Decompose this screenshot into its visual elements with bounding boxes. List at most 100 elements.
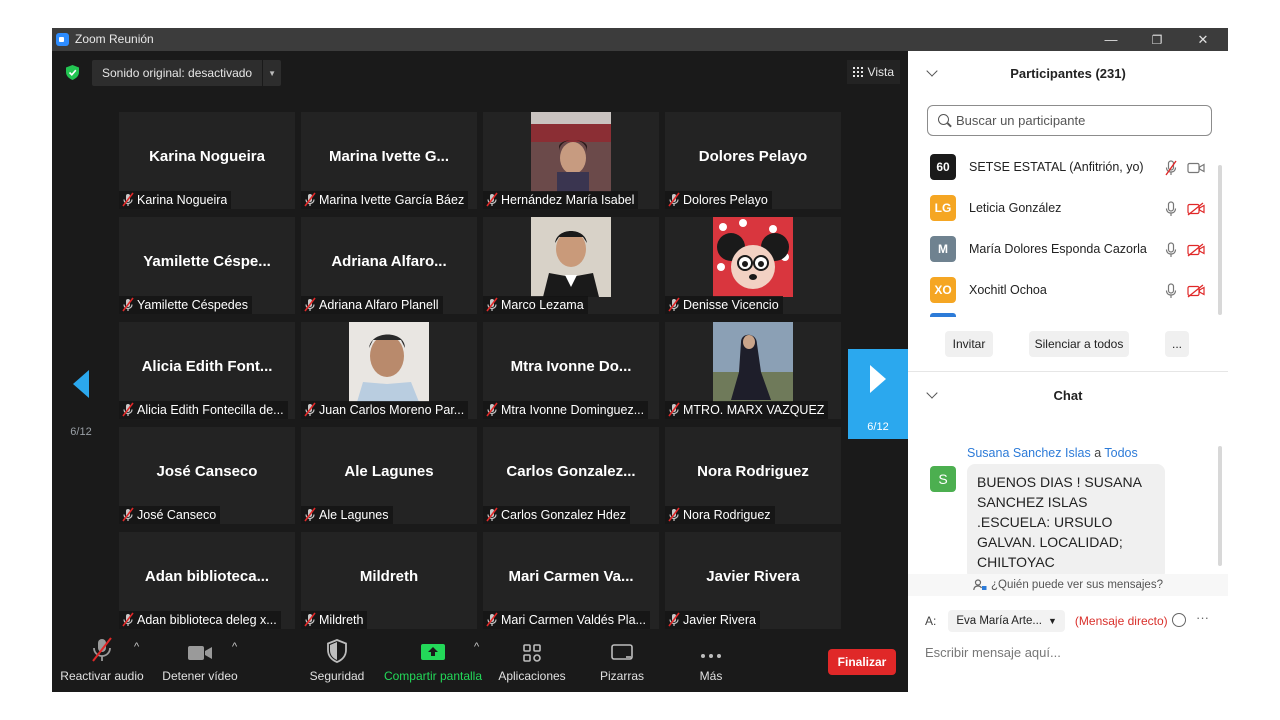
original-sound-dropdown[interactable]: Sonido original: desactivado ▼ (92, 60, 282, 86)
participant-display-name: Ale Lagunes (344, 463, 434, 480)
participant-display-name: Adan biblioteca... (144, 568, 270, 585)
participant-name-bar: Mari Carmen Valdés Pla... (483, 611, 650, 629)
video-camera-icon (188, 646, 212, 660)
participant-name: Hernández María Isabel (501, 193, 635, 207)
participant-tile[interactable]: Denisse Vicencio (665, 217, 841, 314)
video-options-caret-icon[interactable]: ^ (232, 641, 237, 653)
video-off-icon[interactable] (1187, 202, 1205, 216)
minimize-button[interactable]: — (1088, 28, 1134, 51)
mute-all-button[interactable]: Silenciar a todos (1029, 331, 1129, 357)
apps-icon (523, 644, 541, 662)
stop-video-button[interactable]: Detener vídeo (156, 629, 244, 692)
mic-icon[interactable] (1165, 201, 1177, 217)
chat-sender-avatar: S (930, 466, 956, 492)
audio-options-caret-icon[interactable]: ^ (134, 641, 139, 653)
who-can-see-messages-link[interactable]: ¿Quién puede ver sus mensajes? (908, 574, 1228, 596)
participant-tile[interactable]: Adan biblioteca... Adan biblioteca deleg … (119, 532, 295, 629)
participant-tile[interactable]: Marco Lezama (483, 217, 659, 314)
share-screen-button[interactable]: Compartir pantalla (382, 629, 484, 692)
end-meeting-button[interactable]: Finalizar (828, 649, 896, 675)
restore-button[interactable]: ❐ (1134, 28, 1180, 51)
close-button[interactable]: ✕ (1180, 28, 1226, 51)
invite-button[interactable]: Invitar (945, 331, 993, 357)
muted-mic-icon (119, 506, 137, 524)
participants-more-button[interactable]: ... (1165, 331, 1189, 357)
next-page-button[interactable]: 6/12 (848, 349, 908, 439)
participant-row[interactable]: LG Leticia González (908, 188, 1220, 229)
participant-row[interactable]: XO Xochitl Ochoa (908, 270, 1220, 311)
zoom-app-icon (56, 33, 69, 46)
encryption-shield-icon[interactable] (66, 65, 79, 80)
whiteboards-button[interactable]: Pizarras (586, 629, 658, 692)
apps-button[interactable]: Aplicaciones (496, 629, 568, 692)
muted-mic-icon (119, 611, 137, 629)
video-off-icon[interactable] (1187, 284, 1205, 298)
side-panel: Participantes (231) Buscar un participan… (908, 51, 1228, 692)
participant-name: Nora Rodriguez (683, 508, 771, 522)
emoji-icon[interactable] (1172, 613, 1186, 627)
participant-video-grid: Karina Nogueira Karina Nogueira Marina Ive… (119, 112, 842, 633)
participant-name-bar: Carlos Gonzalez Hdez (483, 506, 631, 524)
participant-name-bar: Mildreth (301, 611, 368, 629)
participant-video-image (713, 322, 793, 402)
chat-message-input[interactable] (925, 640, 1215, 664)
more-button[interactable]: Más (682, 629, 740, 692)
previous-page-button[interactable]: 6/12 (52, 354, 110, 444)
unmute-audio-button[interactable]: Reactivar audio (58, 629, 146, 692)
view-button[interactable]: Vista (846, 60, 900, 84)
chat-more-icon[interactable]: ··· (1196, 610, 1209, 625)
participant-row[interactable]: 60 SETSE ESTATAL (Anfitrión, yo) (908, 147, 1220, 188)
participant-tile[interactable]: Adriana Alfaro... Adriana Alfaro Planell (301, 217, 477, 314)
participant-name-bar: Javier Rivera (665, 611, 760, 629)
participant-display-name: Karina Nogueira (149, 148, 265, 165)
more-dots-icon (701, 654, 721, 658)
apps-label: Aplicaciones (498, 669, 566, 683)
muted-mic-icon (483, 296, 501, 314)
participant-tile[interactable]: Alicia Edith Font... Alicia Edith Fonteci… (119, 322, 295, 419)
participant-name-bar: Mtra Ivonne Dominguez... (483, 401, 649, 419)
participant-name: Mari Carmen Valdés Pla... (501, 613, 646, 627)
participant-search-input[interactable]: Buscar un participante (927, 105, 1212, 136)
participant-name: José Canseco (137, 508, 217, 522)
participant-tile[interactable]: Karina Nogueira Karina Nogueira (119, 112, 295, 209)
video-off-icon[interactable] (1187, 243, 1205, 257)
participant-tile[interactable]: Nora Rodriguez Nora Rodriguez (665, 427, 841, 524)
muted-mic-icon[interactable] (1165, 160, 1177, 176)
mic-icon[interactable] (1165, 283, 1177, 299)
title-bar: Zoom Reunión — ❐ ✕ (52, 28, 1228, 51)
participant-list-scrollbar[interactable] (1218, 165, 1222, 315)
participant-tile[interactable]: Marina Ivette G... Marina Ivette García B… (301, 112, 477, 209)
chevron-down-icon[interactable]: ▼ (263, 69, 281, 78)
participant-tile[interactable]: Ale Lagunes Ale Lagunes (301, 427, 477, 524)
participant-tile[interactable]: Dolores Pelayo Dolores Pelayo (665, 112, 841, 209)
participant-tile[interactable]: Carlos Gonzalez... Carlos Gonzalez Hdez (483, 427, 659, 524)
participant-tile[interactable]: Mari Carmen Va... Mari Carmen Valdés Pla.… (483, 532, 659, 629)
participant-tile[interactable]: Javier Rivera Javier Rivera (665, 532, 841, 629)
original-sound-label[interactable]: Sonido original: desactivado (92, 60, 264, 86)
chat-sender-name[interactable]: Susana Sanchez Islas (967, 446, 1091, 460)
participant-video-image (349, 322, 429, 402)
participant-name: Alicia Edith Fontecilla de... (137, 403, 284, 417)
participant-tile[interactable]: Yamilette Céspe... Yamilette Céspedes (119, 217, 295, 314)
mic-icon[interactable] (1165, 242, 1177, 258)
participant-row[interactable]: M María Dolores Esponda Cazorla (908, 229, 1220, 270)
security-button[interactable]: Seguridad (302, 629, 372, 692)
participant-tile[interactable]: Mildreth Mildreth (301, 532, 477, 629)
participant-tile[interactable]: José Canseco José Canseco (119, 427, 295, 524)
chat-recipient[interactable]: Todos (1104, 446, 1137, 460)
participant-name-bar: Marina Ivette García Báez (301, 191, 469, 209)
participant-name-bar: Adriana Alfaro Planell (301, 296, 443, 314)
participant-tile[interactable]: Juan Carlos Moreno Par... (301, 322, 477, 419)
participant-tile[interactable]: Hernández María Isabel (483, 112, 659, 209)
participant-name: Yamilette Céspedes (137, 298, 248, 312)
unmute-audio-label: Reactivar audio (60, 669, 144, 683)
chat-scrollbar[interactable] (1218, 446, 1222, 566)
participant-name: Adriana Alfaro Planell (319, 298, 439, 312)
share-options-caret-icon[interactable]: ^ (474, 641, 479, 653)
next-page-indicator: 6/12 (867, 421, 889, 433)
participant-tile[interactable]: Mtra Ivonne Do... Mtra Ivonne Dominguez..… (483, 322, 659, 419)
participant-tile[interactable]: MTRO. MARX VAZQUEZ (665, 322, 841, 419)
recipient-dropdown[interactable]: Eva María Arte... ▼ (948, 610, 1065, 632)
video-camera-icon[interactable] (1187, 161, 1205, 175)
participant-display-name: Yamilette Céspe... (143, 253, 271, 270)
